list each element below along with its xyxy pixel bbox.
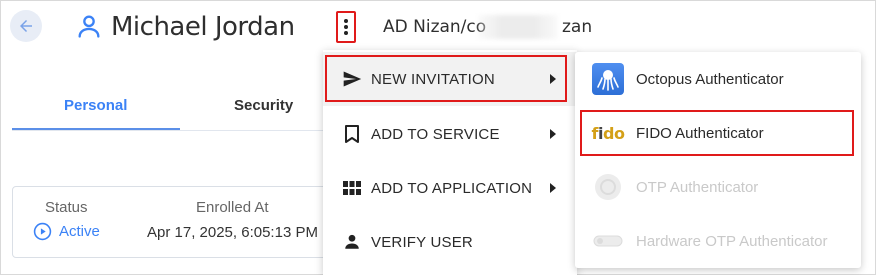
back-button[interactable] bbox=[10, 10, 42, 42]
play-circle-icon bbox=[33, 222, 52, 241]
otp-icon bbox=[592, 171, 624, 203]
highlight-box-fido bbox=[580, 110, 854, 156]
more-options-button[interactable] bbox=[336, 11, 356, 43]
submenu-item-octopus-authenticator[interactable]: Octopus Authenticator bbox=[575, 52, 861, 106]
menu-item-verify-user[interactable]: VERIFY USER bbox=[323, 215, 577, 269]
chevron-right-icon bbox=[549, 126, 557, 143]
grid-icon bbox=[342, 178, 362, 198]
status-label: Status bbox=[45, 199, 88, 216]
kebab-menu-icon bbox=[344, 19, 348, 35]
user-icon bbox=[78, 15, 100, 38]
submenu-item-label: OTP Authenticator bbox=[636, 178, 759, 196]
menu-item-add-to-application[interactable]: ADD TO APPLICATION bbox=[323, 161, 577, 215]
invitation-submenu: Octopus Authenticator fido FIDO Authenti… bbox=[575, 52, 861, 268]
octopus-icon bbox=[592, 63, 624, 95]
highlight-box-new-invitation bbox=[325, 55, 567, 102]
page-title: Michael Jordan bbox=[111, 12, 295, 42]
menu-item-label: ADD TO APPLICATION bbox=[371, 179, 533, 197]
status-value: Active bbox=[33, 222, 100, 241]
breadcrumb: AD Nizan/co bbox=[383, 17, 487, 37]
menu-item-label: ADD TO SERVICE bbox=[371, 125, 500, 143]
chevron-right-icon bbox=[549, 180, 557, 197]
breadcrumb-tail: zan bbox=[562, 17, 593, 37]
submenu-item-otp-authenticator: OTP Authenticator bbox=[575, 160, 861, 214]
active-tab-indicator bbox=[12, 128, 180, 130]
person-icon bbox=[342, 232, 362, 252]
enrolled-at-value: Apr 17, 2025, 6:05:13 PM bbox=[147, 224, 318, 241]
submenu-item-hardware-otp-authenticator: Hardware OTP Authenticator bbox=[575, 214, 861, 268]
redacted-text bbox=[478, 15, 558, 39]
bookmark-icon bbox=[342, 124, 362, 144]
arrow-left-icon bbox=[20, 20, 32, 32]
menu-item-add-to-service[interactable]: ADD TO SERVICE bbox=[323, 107, 577, 161]
tab-security[interactable]: Security bbox=[234, 97, 293, 114]
status-text: Active bbox=[59, 223, 100, 240]
hardware-otp-icon bbox=[592, 225, 624, 257]
enrolled-at-label: Enrolled At bbox=[196, 199, 269, 216]
submenu-item-label: Octopus Authenticator bbox=[636, 70, 784, 88]
tab-divider bbox=[12, 130, 324, 131]
tab-personal[interactable]: Personal bbox=[64, 97, 127, 114]
menu-item-label: VERIFY USER bbox=[371, 233, 473, 251]
submenu-item-label: Hardware OTP Authenticator bbox=[636, 232, 828, 250]
